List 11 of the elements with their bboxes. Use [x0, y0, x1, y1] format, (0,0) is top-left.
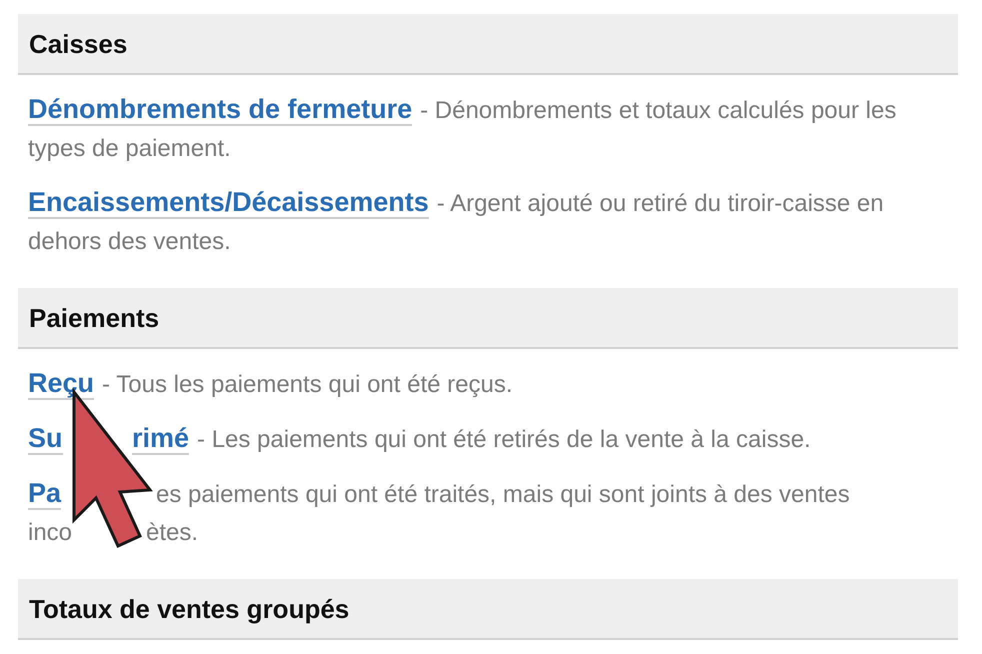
report-entry: Pa es paiements qui ont été traités, mais qui sont joints à des ventes inco ètes. — [28, 477, 851, 548]
section-header: Totaux de ventes groupés — [18, 579, 958, 640]
report-entry: Encaissements/Décaissements - Argent ajouté ou retiré du tiroir-caisse en dehors des ventes. — [28, 186, 885, 257]
report-link[interactable]: rimé — [132, 423, 190, 455]
section-header: Paiements — [18, 288, 958, 349]
report-link[interactable]: Encaissements/Décaissements — [28, 187, 429, 219]
section-header: Caisses — [18, 14, 958, 75]
report-entry: Dénombrements de fermeture - Dénombrements et totaux calculés pour les types de paiement. — [28, 93, 898, 164]
report-link[interactable]: Su — [28, 423, 63, 455]
report-link[interactable]: Pa — [28, 478, 62, 510]
report-link[interactable]: Dénombrements de fermeture — [28, 94, 412, 126]
